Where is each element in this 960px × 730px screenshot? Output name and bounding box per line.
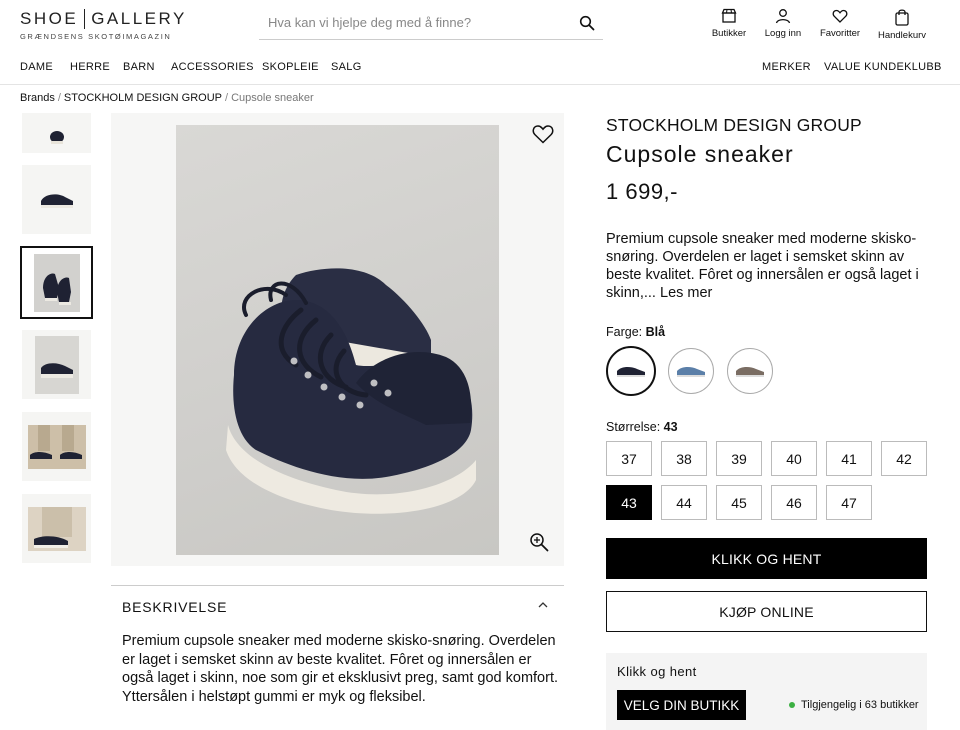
zoom-icon[interactable] bbox=[529, 532, 549, 552]
click-and-collect-button[interactable]: KLIKK OG HENT bbox=[606, 538, 927, 579]
breadcrumb-current: Cupsole sneaker bbox=[231, 92, 314, 104]
size-option-40[interactable]: 40 bbox=[771, 441, 817, 476]
product-thumbnail[interactable] bbox=[22, 494, 91, 563]
product-main-image[interactable] bbox=[111, 113, 564, 566]
nav-item-accessories[interactable]: ACCESSORIES bbox=[171, 61, 254, 73]
nav-item-salg[interactable]: SALG bbox=[331, 61, 362, 73]
size-option-46[interactable]: 46 bbox=[771, 485, 817, 520]
breadcrumb-separator: / bbox=[57, 92, 61, 104]
breadcrumb: Brands / STOCKHOLM DESIGN GROUP / Cupsole sn… bbox=[20, 92, 314, 104]
color-swatch-taupe[interactable] bbox=[727, 348, 773, 394]
size-label: Størrelse: 43 bbox=[606, 420, 678, 434]
thumbnail-image bbox=[40, 193, 73, 208]
product-thumbnail[interactable] bbox=[22, 412, 91, 481]
thumbnail-image bbox=[49, 131, 64, 144]
color-swatch-navy[interactable] bbox=[606, 346, 656, 396]
size-option-45[interactable]: 45 bbox=[716, 485, 762, 520]
buy-online-button[interactable]: KJØP ONLINE bbox=[606, 591, 927, 632]
size-value: 43 bbox=[663, 420, 678, 434]
thumbnail-image bbox=[33, 506, 72, 548]
product-thumbnail[interactable] bbox=[22, 165, 91, 234]
thumbnail-image bbox=[42, 273, 71, 305]
swatch-shoe-image bbox=[736, 366, 764, 377]
click-and-collect-title: Klikk og hent bbox=[617, 664, 697, 679]
size-label-text: Størrelse: bbox=[606, 420, 661, 434]
header-login-label: Logg inn bbox=[764, 28, 802, 39]
description-accordion-title[interactable]: BESKRIVELSE bbox=[122, 599, 227, 615]
favorite-heart-icon[interactable] bbox=[532, 124, 554, 144]
thumbnail-image bbox=[40, 362, 73, 378]
choose-store-button[interactable]: VELG DIN BUTIKK bbox=[617, 690, 746, 720]
swatch-shoe-image bbox=[617, 366, 645, 377]
availability-status: Tilgjengelig i 63 butikker bbox=[789, 699, 919, 711]
store-icon bbox=[721, 8, 737, 23]
product-brand[interactable]: STOCKHOLM DESIGN GROUP bbox=[606, 115, 862, 136]
bag-icon bbox=[895, 9, 909, 26]
product-short-description: Premium cupsole sneaker med moderne skis… bbox=[606, 230, 931, 302]
nav-item-dame[interactable]: DAME bbox=[20, 61, 53, 73]
accordion-divider bbox=[111, 585, 564, 586]
size-option-47[interactable]: 47 bbox=[826, 485, 872, 520]
sneaker-illustration bbox=[226, 268, 476, 514]
swatch-shoe-image bbox=[677, 366, 705, 377]
color-value: Blå bbox=[645, 325, 666, 339]
thumbnail-image bbox=[29, 424, 82, 459]
header-favorites-button[interactable]: Favoritter bbox=[805, 8, 875, 39]
nav-item-herre[interactable]: HERRE bbox=[70, 61, 110, 73]
nav-item-skopleie[interactable]: SKOPLEIE bbox=[262, 61, 319, 73]
nav-item-barn[interactable]: BARN bbox=[123, 61, 155, 73]
color-swatch-blue[interactable] bbox=[668, 348, 714, 394]
size-option-42[interactable]: 42 bbox=[881, 441, 927, 476]
product-thumbnail-selected[interactable] bbox=[20, 246, 93, 319]
header-stores-label: Butikker bbox=[711, 28, 747, 39]
size-option-39[interactable]: 39 bbox=[716, 441, 762, 476]
user-icon bbox=[775, 9, 791, 24]
size-option-41[interactable]: 41 bbox=[826, 441, 872, 476]
product-thumbnail[interactable] bbox=[22, 330, 91, 399]
chevron-up-icon[interactable] bbox=[537, 599, 549, 611]
availability-text: Tilgjengelig i 63 butikker bbox=[801, 699, 919, 711]
read-more-link[interactable]: Les mer bbox=[660, 285, 712, 301]
color-label: Farge: Blå bbox=[606, 325, 665, 339]
header-divider bbox=[0, 84, 960, 85]
nav-item-merker[interactable]: MERKER bbox=[762, 61, 811, 73]
header-favorites-label: Favoritter bbox=[819, 28, 861, 39]
breadcrumb-separator: / bbox=[225, 92, 229, 104]
product-title: Cupsole sneaker bbox=[606, 141, 794, 167]
header-cart-button[interactable]: Handlekurv bbox=[867, 8, 937, 41]
product-price: 1 699,- bbox=[606, 179, 678, 204]
size-option-43[interactable]: 43 bbox=[606, 485, 652, 520]
description-text: Premium cupsole sneaker med moderne skis… bbox=[122, 633, 559, 705]
breadcrumb-brand[interactable]: STOCKHOLM DESIGN GROUP bbox=[64, 92, 222, 104]
availability-dot-icon bbox=[789, 702, 795, 708]
size-option-37[interactable]: 37 bbox=[606, 441, 652, 476]
product-thumbnail[interactable] bbox=[22, 113, 91, 153]
product-photo bbox=[176, 125, 499, 555]
short-description-text: Premium cupsole sneaker med moderne skis… bbox=[606, 231, 919, 301]
header-cart-label: Handlekurv bbox=[877, 30, 927, 41]
main-nav: DAME HERRE BARN ACCESSORIES SKOPLEIE SAL… bbox=[0, 61, 960, 75]
size-option-44[interactable]: 44 bbox=[661, 485, 707, 520]
click-and-collect-panel: Klikk og hent VELG DIN BUTIKK Tilgjengel… bbox=[606, 653, 927, 730]
size-option-38[interactable]: 38 bbox=[661, 441, 707, 476]
nav-item-value-kundeklubb[interactable]: VALUE KUNDEKLUBB bbox=[824, 61, 942, 73]
heart-icon bbox=[832, 9, 848, 23]
color-label-text: Farge: bbox=[606, 325, 643, 339]
breadcrumb-brands[interactable]: Brands bbox=[20, 92, 55, 104]
